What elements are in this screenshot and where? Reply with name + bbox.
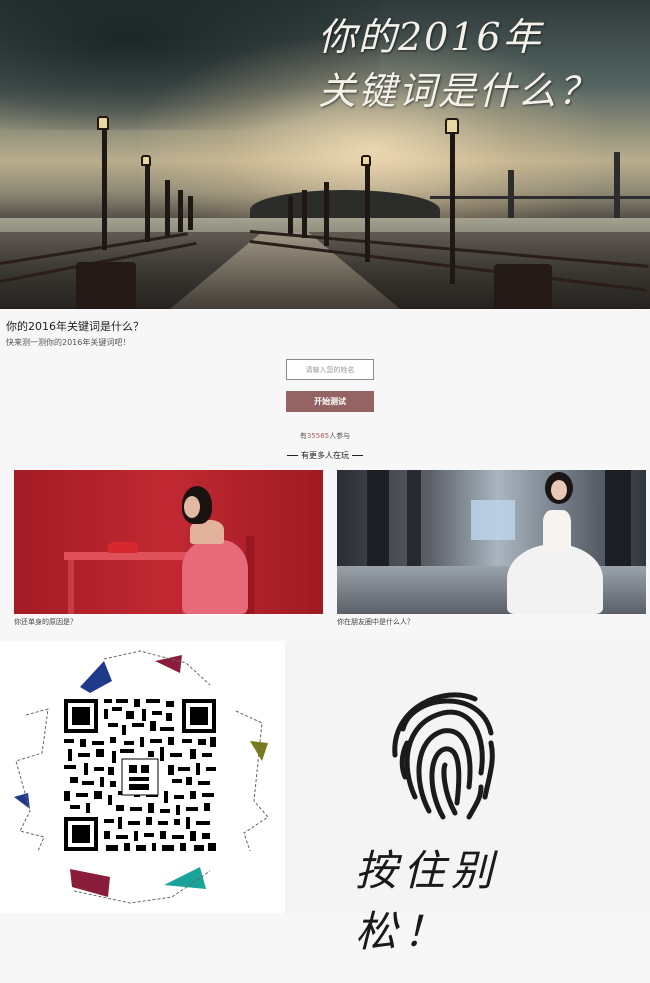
quiz-card-image[interactable] bbox=[14, 470, 323, 614]
hero-lamppost bbox=[102, 130, 107, 250]
hero-lamp bbox=[445, 118, 459, 134]
hero-lamppost bbox=[324, 182, 329, 246]
quiz-card-image[interactable] bbox=[337, 470, 646, 614]
hero-title: 你的2016年 关键词是什么？ bbox=[318, 10, 648, 118]
decor-shape bbox=[155, 655, 182, 673]
quiz-card-caption[interactable]: 你还单身的原因是？ bbox=[14, 617, 77, 627]
qr-logo-mark bbox=[129, 777, 149, 781]
photo-person bbox=[551, 480, 567, 500]
page-title: 你的2016年关键词是什么？ bbox=[6, 320, 144, 333]
hero-lamp bbox=[97, 116, 109, 130]
decor-line bbox=[103, 650, 211, 686]
photo-window bbox=[471, 500, 515, 540]
hero-bridge-tower bbox=[614, 152, 620, 218]
hero-lamppost bbox=[188, 196, 193, 230]
fingerprint-icon[interactable] bbox=[385, 677, 505, 827]
decor-line bbox=[235, 710, 269, 852]
hero-lamp bbox=[141, 155, 151, 166]
hero-lamppost bbox=[165, 180, 170, 236]
quiz-card-caption[interactable]: 你在朋友圈中是什么人？ bbox=[337, 617, 414, 627]
more-games-label: 有更多人在玩 bbox=[301, 451, 349, 460]
hero-lamppost bbox=[302, 190, 307, 238]
fingerprint-panel[interactable]: 按住别松！ bbox=[285, 641, 650, 956]
photo-table bbox=[64, 552, 192, 560]
hero-lamp bbox=[361, 155, 371, 166]
hero-lamppost bbox=[178, 190, 183, 232]
hero-bin bbox=[494, 264, 552, 309]
quiz-card[interactable]: 你在朋友圈中是什么人？ bbox=[337, 470, 646, 628]
hero-lamppost bbox=[365, 166, 370, 262]
page-subtitle: 快来测一测你的2016年关键词吧！ bbox=[6, 338, 131, 347]
photo-wall bbox=[14, 470, 323, 614]
hero-bin bbox=[76, 262, 136, 309]
photo-person bbox=[507, 544, 603, 614]
photo-person bbox=[182, 540, 248, 614]
participant-count: 有35565人参与 bbox=[0, 431, 650, 441]
qr-code-panel bbox=[0, 641, 285, 913]
hero-lamppost bbox=[288, 196, 293, 234]
hero-title-line: 关键词是什么？ bbox=[318, 69, 599, 113]
hold-instruction: 按住别松！ bbox=[355, 846, 500, 956]
participant-suffix: 人参与 bbox=[329, 432, 351, 440]
qr-code-icon bbox=[14, 650, 269, 904]
qr-logo-mark bbox=[129, 765, 137, 773]
participant-number: 35565 bbox=[306, 432, 330, 440]
decor-shape bbox=[164, 867, 206, 889]
hero-banner: 你的2016年 关键词是什么？ bbox=[0, 0, 650, 309]
start-test-button[interactable]: 开始测试 bbox=[286, 391, 374, 412]
name-input[interactable] bbox=[286, 359, 374, 380]
more-games-heading: 有更多人在玩 bbox=[0, 450, 650, 461]
quiz-card[interactable]: 你还单身的原因是？ bbox=[14, 470, 323, 628]
decor-shape bbox=[70, 869, 110, 897]
divider bbox=[287, 455, 298, 456]
photo-table-leg bbox=[68, 560, 74, 614]
participant-prefix: 有 bbox=[299, 432, 307, 440]
hero-lamppost bbox=[450, 134, 455, 284]
decor-line bbox=[15, 708, 49, 852]
hero-title-line: 你的2016年 bbox=[318, 15, 543, 59]
hero-bridge-tower bbox=[508, 170, 514, 218]
qr-logo-mark bbox=[141, 765, 149, 773]
photo-person bbox=[184, 496, 200, 518]
qr-logo-mark bbox=[129, 784, 149, 790]
photo-phone bbox=[108, 542, 138, 553]
decor-shape bbox=[80, 661, 112, 693]
divider bbox=[352, 455, 363, 456]
hero-lamppost bbox=[145, 164, 150, 242]
photo-person bbox=[543, 510, 571, 550]
